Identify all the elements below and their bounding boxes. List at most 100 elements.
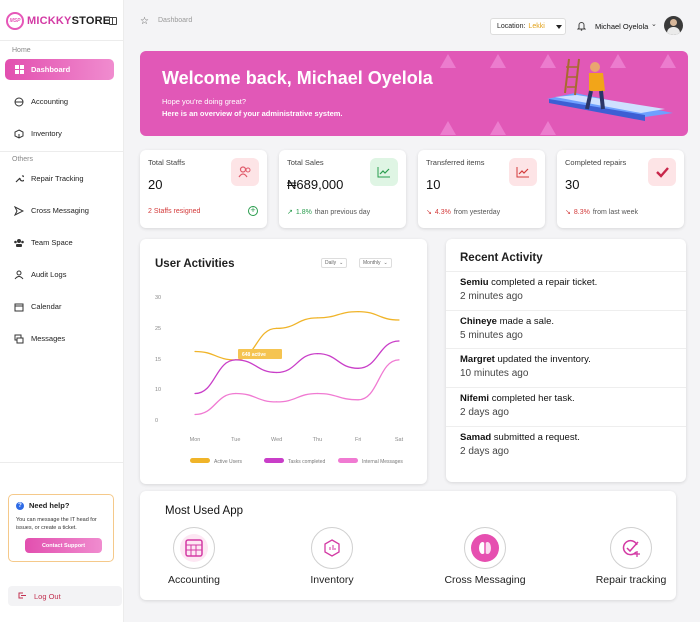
logout-icon (17, 591, 26, 602)
app-label: Inventory (310, 574, 354, 586)
app-label: Accounting (168, 574, 220, 586)
box-icon (14, 128, 24, 139)
chevron-down-icon[interactable]: ⌄ (651, 20, 657, 28)
activity-action: updated the inventory. (497, 354, 591, 365)
activity-time: 5 minutes ago (460, 330, 523, 341)
x-tick-label: Fri (355, 437, 361, 443)
data-point (316, 392, 318, 395)
app-accounting[interactable]: Accounting (139, 527, 249, 586)
contact-support-button[interactable]: Contact Support (25, 538, 102, 553)
decor-triangle (490, 54, 506, 68)
user-name[interactable]: Michael Oyelola (595, 22, 648, 31)
stat-label: Total Sales (287, 158, 324, 167)
sidebar-item-label: Cross Messaging (31, 206, 89, 215)
trend-down-icon: ↘ (565, 209, 571, 216)
divider (0, 40, 124, 41)
activity-item[interactable]: Semiu completed a repair ticket. 2 minut… (446, 271, 686, 310)
y-tick-label: 30 (155, 295, 161, 301)
sidebar-item-team-space[interactable]: Team Space (5, 232, 114, 253)
activity-action: submitted a request. (493, 432, 580, 443)
activity-item[interactable]: Nifemi completed her task. 2 days ago (446, 387, 686, 426)
stat-label: Total Staffs (148, 158, 185, 167)
stat-foot: ↗ 1.8% than previous day (287, 208, 371, 217)
app-repair-tracking[interactable]: Repair tracking (576, 527, 686, 586)
calendar-icon (14, 302, 24, 312)
data-point (194, 413, 196, 416)
sidebar-item-calendar[interactable]: Calendar (5, 296, 114, 317)
activity-action: completed a repair ticket. (491, 277, 598, 288)
check-icon (648, 158, 676, 186)
stat-card-total-sales[interactable]: Total Sales ₦689,000 ↗ 1.8% than previous … (279, 150, 406, 228)
location-label: Location: (497, 23, 526, 30)
activity-user: Samad (460, 432, 492, 443)
x-tick-label: Mon (190, 437, 201, 443)
collapse-sidebar-icon[interactable] (109, 17, 117, 25)
y-tick-label: 25 (155, 326, 161, 332)
brand[interactable]: MSP MICKKYSTORE (6, 12, 110, 30)
data-point (276, 401, 278, 403)
activity-item[interactable]: Chineye made a sale. 5 minutes ago (446, 310, 686, 349)
decor-triangle (490, 121, 506, 135)
legend-swatch (190, 458, 210, 463)
cash-icon (14, 97, 24, 107)
sidebar-item-messages[interactable]: Messages (5, 328, 114, 349)
location-value: Lekki (528, 23, 545, 30)
sidebar-item-label: Accounting (31, 97, 69, 106)
breadcrumb[interactable]: Dashboard (158, 17, 192, 24)
x-tick-label: Wed (271, 437, 282, 443)
sidebar-item-accounting[interactable]: Accounting (5, 91, 114, 112)
section-others: Others (12, 156, 34, 163)
stat-card-completed-repairs[interactable]: Completed repairs 30 ↘ 8.3% from last week (557, 150, 684, 228)
stat-label: Transferred items (426, 158, 485, 167)
repair-check-icon (617, 534, 645, 562)
legend-label: Tasks completed (288, 459, 325, 465)
data-point (398, 340, 400, 342)
sidebar-item-label: Calendar (31, 302, 62, 311)
divider (0, 462, 124, 463)
app-label: Cross Messaging (444, 574, 526, 586)
help-title: Need help? (29, 501, 70, 510)
y-tick-label: 10 (155, 387, 161, 393)
stat-value: 30 (565, 177, 580, 192)
tooltip-text: 648 active (242, 352, 266, 358)
stat-card-transferred-items[interactable]: Transferred items 10 ↘ 4.3% from yesterday (418, 150, 545, 228)
app-label: Repair tracking (595, 574, 667, 586)
most-used-app-card: Most Used App Accounting Inventory Cross… (140, 491, 676, 600)
app-inventory[interactable]: Inventory (277, 527, 387, 586)
logout-button[interactable]: Log Out (8, 586, 122, 606)
sidebar-item-repair-tracking[interactable]: Repair Tracking (5, 168, 114, 189)
recent-activity-title: Recent Activity (460, 252, 543, 264)
sidebar-item-dashboard[interactable]: Dashboard (5, 59, 114, 80)
activity-item[interactable]: Margret updated the inventory. 10 minute… (446, 348, 686, 387)
sidebar-item-cross-messaging[interactable]: Cross Messaging (5, 200, 114, 221)
activity-action: completed her task. (491, 393, 575, 404)
activity-user: Chineye (460, 316, 497, 327)
location-select[interactable]: Location: Lekki (490, 18, 566, 35)
stat-card-total-staffs[interactable]: Total Staffs 20 2 Staffs resigned + (140, 150, 267, 228)
activity-time: 2 days ago (460, 407, 509, 418)
add-staff-icon[interactable]: + (248, 206, 258, 216)
stat-label: Completed repairs (565, 158, 627, 167)
user-activities-card: User Activities Daily ⌄ Monthly ⌄ 0 10 15 25 3… (140, 239, 427, 484)
star-icon[interactable]: ☆ (140, 16, 149, 27)
activity-user: Nifemi (460, 393, 490, 404)
app-cross-messaging[interactable]: Cross Messaging (430, 527, 540, 586)
bell-icon[interactable] (576, 21, 587, 33)
activity-user: Semiu (460, 277, 489, 288)
welcome-banner: Welcome back, Michael Oyelola Hope you'r… (140, 51, 688, 136)
stat-value: ₦689,000 (287, 177, 344, 192)
activity-item[interactable]: Samad submitted a request. 2 days ago (446, 426, 686, 465)
sidebar-item-inventory[interactable]: Inventory (5, 123, 114, 144)
data-point (194, 350, 196, 353)
y-tick-label: 0 (155, 418, 158, 424)
sidebar: MSP MICKKYSTORE Home Dashboard Accountin… (0, 0, 124, 622)
data-point (235, 392, 237, 395)
logout-label: Log Out (34, 591, 61, 601)
sidebar-item-audit-logs[interactable]: Audit Logs (5, 264, 114, 285)
activity-action: made a sale. (499, 316, 555, 327)
logo: MSP (6, 12, 24, 30)
chat-icon (14, 334, 24, 344)
question-icon: ? (16, 501, 24, 510)
help-card: ? Need help? You can message the IT head … (8, 494, 114, 562)
avatar[interactable] (664, 16, 683, 35)
